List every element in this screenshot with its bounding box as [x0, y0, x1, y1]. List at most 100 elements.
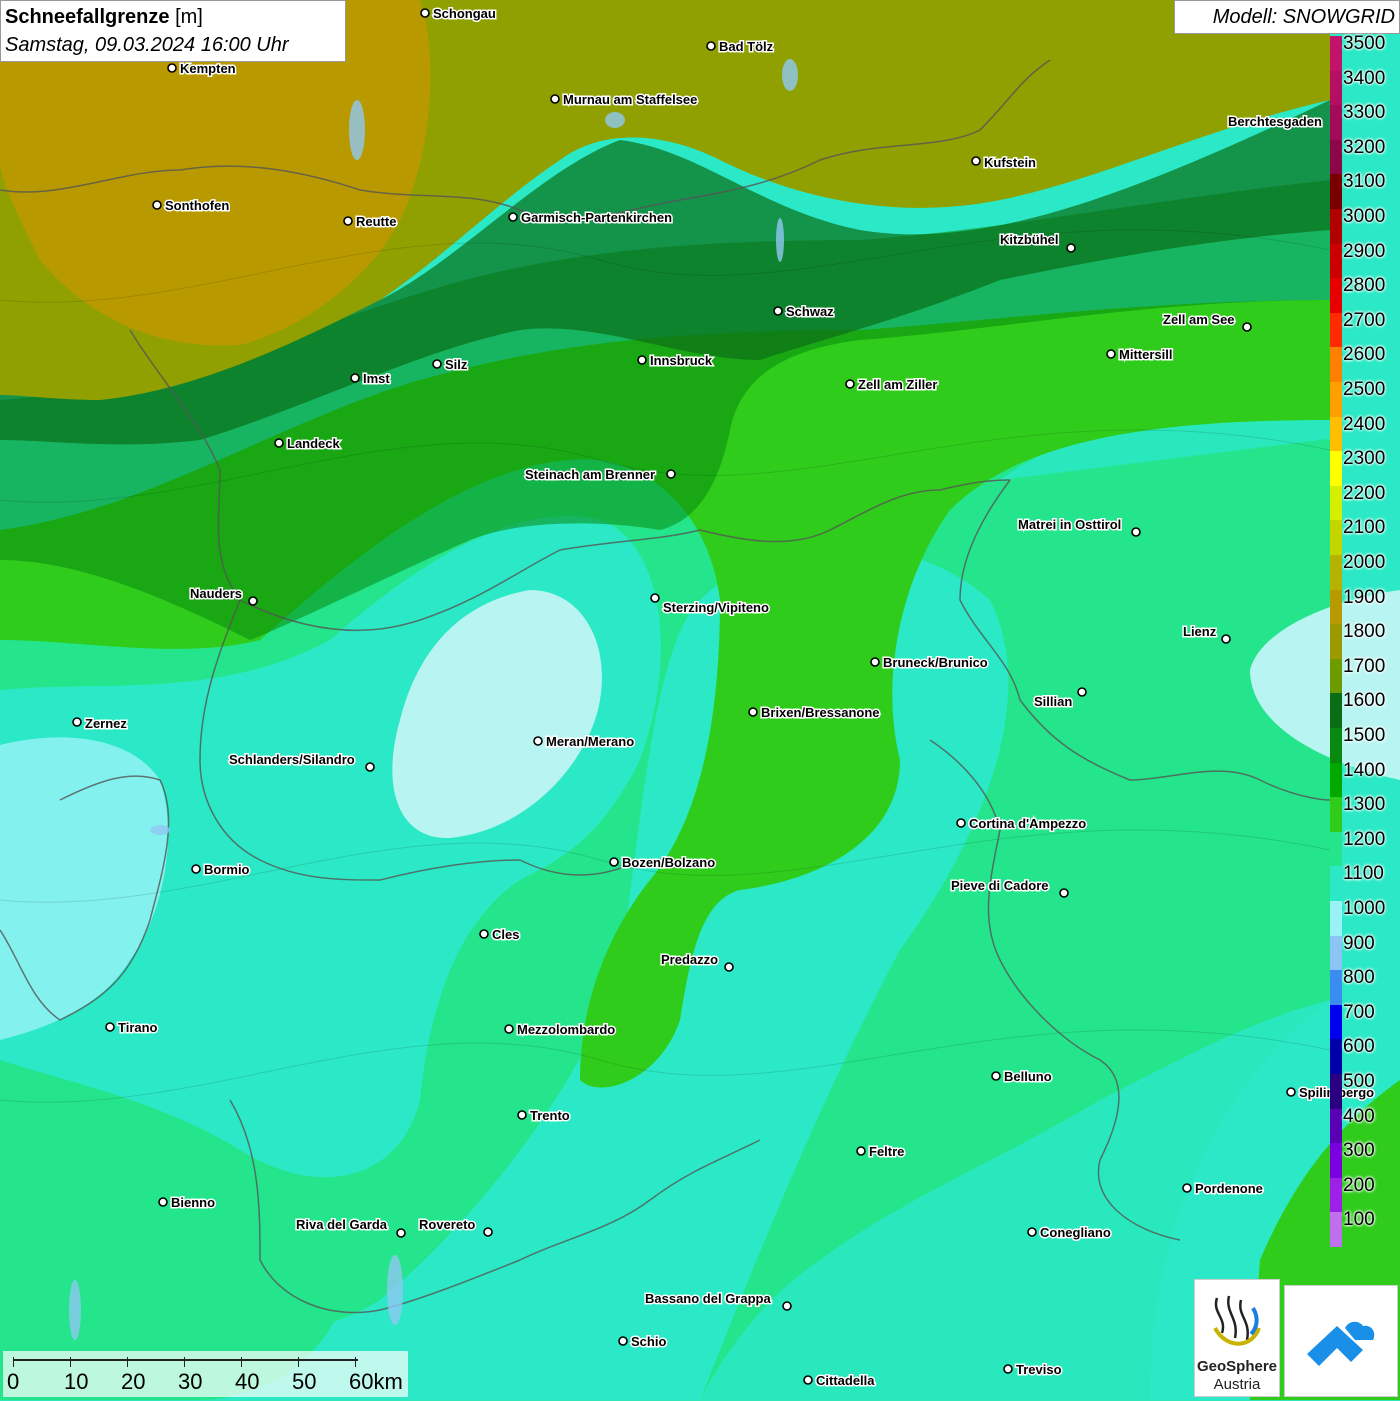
- svg-text:Bassano del Grappa: Bassano del Grappa: [645, 1291, 771, 1306]
- city-marker[interactable]: Murnau am Staffelsee: [550, 91, 699, 109]
- svg-text:Schio: Schio: [631, 1334, 666, 1349]
- svg-text:Garmisch-Partenkirchen: Garmisch-Partenkirchen: [521, 210, 672, 225]
- legend-label: 1800: [1343, 621, 1386, 643]
- legend-swatch: [1330, 1039, 1342, 1074]
- scale-bar: 0 10 20 30 40 50 60km: [3, 1351, 408, 1397]
- scale-tick: [70, 1357, 71, 1367]
- city-marker[interactable]: Pordenone: [1182, 1180, 1264, 1198]
- legend-label: 2600: [1343, 344, 1386, 366]
- color-legend: 3500 3400 3300 3200 3100 3000 2900 2800 2700 2600…: [1328, 33, 1400, 1247]
- svg-text:Schongau: Schongau: [433, 6, 496, 21]
- scale-label: 0: [7, 1369, 20, 1394]
- scale-tick: [127, 1357, 128, 1367]
- svg-text:Predazzo: Predazzo: [661, 952, 718, 967]
- scale-label: 50: [292, 1369, 317, 1394]
- svg-text:Zernez: Zernez: [85, 716, 127, 731]
- legend-label: 3000: [1343, 206, 1386, 227]
- svg-text:Conegliano: Conegliano: [1040, 1225, 1111, 1240]
- legend-label: 400: [1343, 1105, 1375, 1127]
- svg-text:Kitzbühel: Kitzbühel: [1000, 232, 1059, 247]
- svg-text:Bruneck/Brunico: Bruneck/Brunico: [883, 655, 988, 670]
- map-title: Schneefallgrenze [m]: [5, 6, 203, 28]
- svg-text:Murnau am Staffelsee: Murnau am Staffelsee: [563, 92, 697, 107]
- geosphere-emblem-icon: [1213, 1295, 1261, 1346]
- svg-text:Bad Tölz: Bad Tölz: [719, 39, 774, 54]
- svg-text:Sonthofen: Sonthofen: [165, 198, 229, 213]
- city-marker[interactable]: Meran/Merano: [533, 733, 636, 751]
- svg-text:Schlanders/Silandro: Schlanders/Silandro: [229, 752, 355, 767]
- legend-label: 2200: [1343, 482, 1386, 504]
- legend-swatch: [1330, 589, 1342, 625]
- svg-text:Pordenone: Pordenone: [1195, 1181, 1263, 1196]
- svg-text:Zell am See: Zell am See: [1163, 312, 1235, 327]
- city-marker[interactable]: Zell am Ziller: [845, 376, 939, 394]
- city-marker[interactable]: Bruneck/Brunico: [870, 654, 989, 672]
- scale-tick: [241, 1357, 242, 1367]
- legend-label: 300: [1343, 1140, 1375, 1162]
- legend-swatch: [1330, 485, 1342, 521]
- svg-text:Sterzing/Vipiteno: Sterzing/Vipiteno: [663, 600, 769, 615]
- city-marker[interactable]: Steinach am Brenner: [524, 466, 676, 484]
- city-marker[interactable]: Innsbruck: [637, 352, 714, 370]
- scale-label: 40: [235, 1369, 260, 1394]
- city-marker[interactable]: Cortina d'Ampezzo: [956, 815, 1088, 833]
- geosphere-logo: GeoSphere Austria: [1194, 1279, 1280, 1397]
- svg-text:Lienz: Lienz: [1183, 624, 1217, 639]
- legend-swatch: [1330, 1143, 1342, 1178]
- city-marker[interactable]: Berchtesgaden: [1227, 113, 1324, 131]
- svg-text:Belluno: Belluno: [1004, 1069, 1052, 1084]
- legend-swatch: [1330, 416, 1342, 452]
- legend-swatch: [1330, 728, 1342, 763]
- legend-swatch: [1330, 520, 1342, 555]
- map-title-box: Schneefallgrenze [m] Samstag, 09.03.2024…: [0, 0, 346, 62]
- scale-label: 30: [178, 1369, 203, 1394]
- svg-text:Berchtesgaden: Berchtesgaden: [1228, 114, 1322, 129]
- legend-label: 200: [1343, 1174, 1375, 1196]
- city-marker[interactable]: Bozen/Bolzano: [609, 854, 717, 872]
- svg-text:Imst: Imst: [363, 371, 390, 386]
- legend-label: 3500: [1343, 33, 1386, 54]
- snowfall-line-map[interactable]: Schongau Bad Tölz Kempten Murnau am Staf…: [0, 0, 1400, 1400]
- legend-swatch: [1330, 278, 1342, 313]
- svg-text:Cles: Cles: [492, 927, 519, 942]
- logo-text-line1: GeoSphere: [1196, 1358, 1278, 1375]
- city-marker[interactable]: Brixen/Bressanone: [748, 704, 881, 722]
- scale-tick: [13, 1357, 14, 1367]
- city-marker[interactable]: Mezzolombardo: [504, 1021, 617, 1039]
- legend-swatch: [1330, 624, 1342, 659]
- city-marker[interactable]: Garmisch-Partenkirchen: [508, 209, 674, 227]
- svg-text:Pieve di Cadore: Pieve di Cadore: [951, 878, 1049, 893]
- model-label: Modell: SNOWGRID: [1174, 0, 1400, 34]
- svg-text:Sillian: Sillian: [1034, 694, 1072, 709]
- legend-swatch: [1330, 935, 1342, 971]
- svg-text:Reutte: Reutte: [356, 214, 396, 229]
- city-marker[interactable]: Sonthofen: [152, 197, 231, 215]
- svg-text:Treviso: Treviso: [1016, 1362, 1062, 1377]
- scale-tick: [184, 1357, 185, 1367]
- city-marker[interactable]: Conegliano: [1027, 1224, 1112, 1242]
- legend-swatch: [1330, 1004, 1342, 1040]
- legend-swatch: [1330, 658, 1342, 694]
- legend-label: 2700: [1343, 309, 1386, 331]
- legend-swatch: [1330, 105, 1342, 140]
- svg-text:Tirano: Tirano: [118, 1020, 158, 1035]
- legend-label: 1200: [1343, 828, 1386, 850]
- legend-swatch: [1330, 36, 1342, 71]
- legend-swatch: [1330, 243, 1342, 279]
- legend-swatch: [1330, 901, 1342, 936]
- svg-text:Brixen/Bressanone: Brixen/Bressanone: [761, 705, 880, 720]
- svg-text:Feltre: Feltre: [869, 1144, 904, 1159]
- svg-text:Zell am Ziller: Zell am Ziller: [858, 377, 937, 392]
- legend-label: 1000: [1343, 898, 1386, 919]
- legend-label: 2400: [1343, 413, 1386, 435]
- legend-label: 1700: [1343, 655, 1386, 677]
- legend-swatch: [1330, 555, 1342, 590]
- svg-text:Matrei in Osttirol: Matrei in Osttirol: [1018, 517, 1121, 532]
- legend-label: 3100: [1343, 171, 1386, 193]
- legend-swatch: [1330, 970, 1342, 1005]
- legend-label: 2300: [1343, 448, 1386, 470]
- city-marker[interactable]: Schongau: [420, 5, 497, 23]
- legend-swatch: [1330, 1212, 1342, 1247]
- legend-label: 2000: [1343, 552, 1386, 573]
- svg-text:Steinach am Brenner: Steinach am Brenner: [525, 467, 655, 482]
